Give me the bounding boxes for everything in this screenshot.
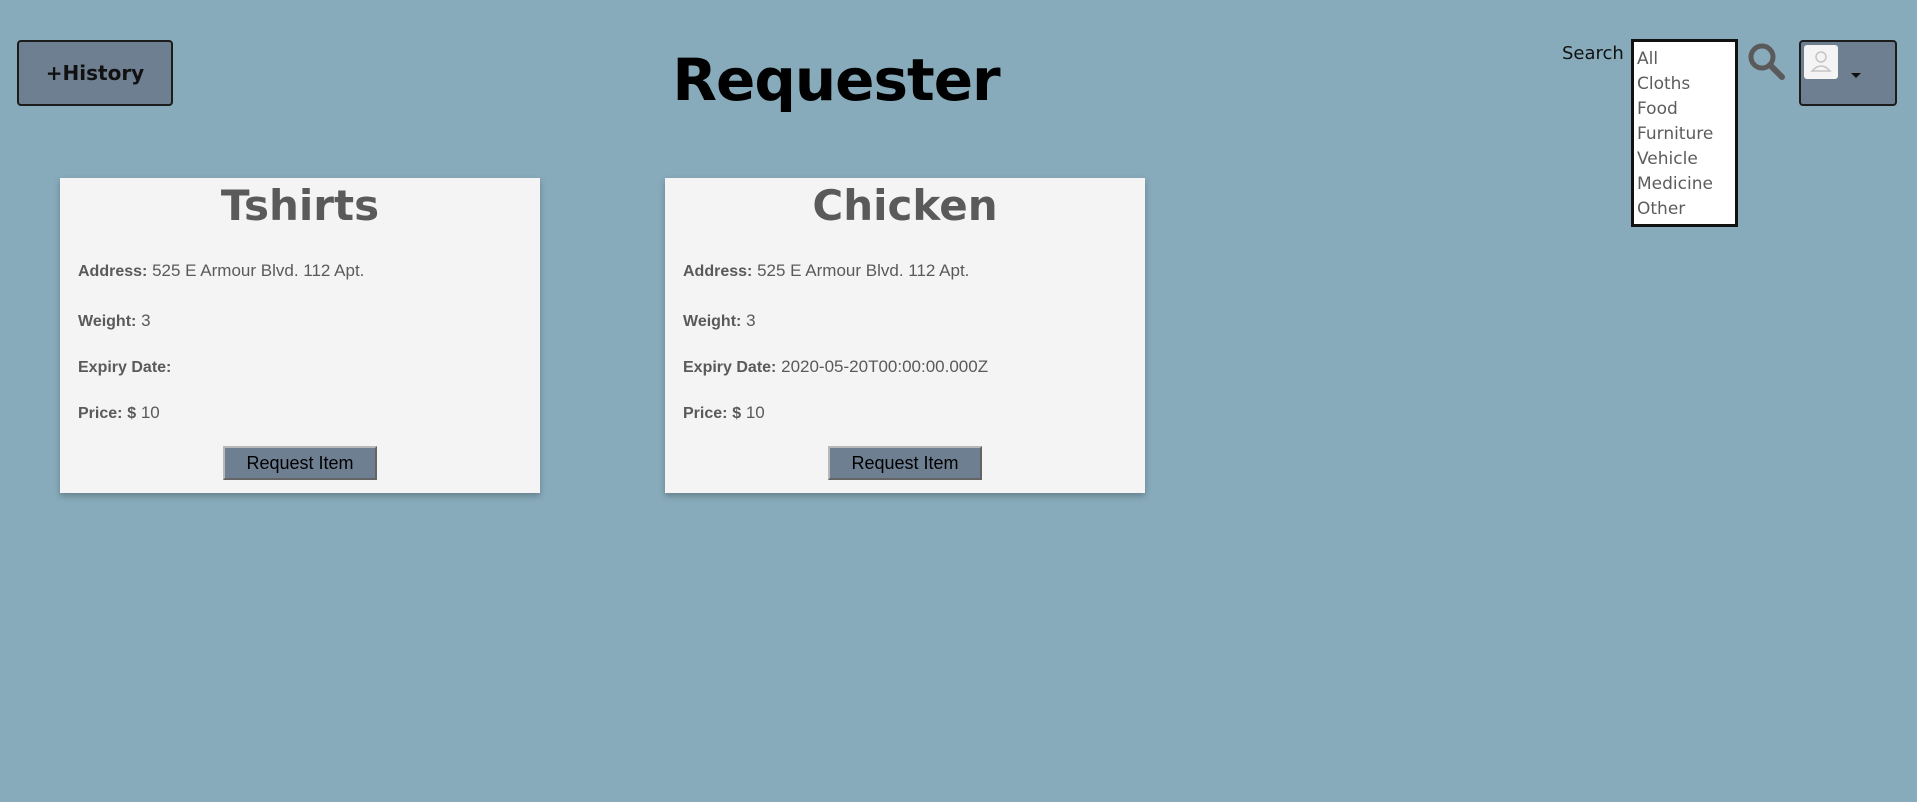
item-title: Tshirts	[220, 181, 380, 230]
category-option-vehicle[interactable]: Vehicle	[1637, 147, 1735, 172]
expiry-field: Expiry Date:	[78, 357, 171, 377]
item-card: Chicken Address: 525 E Armour Blvd. 112 …	[665, 178, 1145, 493]
address-field: Address: 525 E Armour Blvd. 112 Apt.	[683, 261, 969, 281]
chevron-down-icon	[1851, 73, 1861, 78]
user-avatar-icon	[1810, 51, 1832, 72]
currency-symbol: $	[732, 405, 742, 422]
category-option-medicine[interactable]: Medicine	[1637, 172, 1735, 197]
address-field: Address: 525 E Armour Blvd. 112 Apt.	[78, 261, 364, 281]
expiry-field: Expiry Date: 2020-05-20T00:00:00.000Z	[683, 357, 988, 377]
category-option-food[interactable]: Food	[1637, 97, 1735, 122]
request-item-button[interactable]: Request Item	[828, 446, 982, 480]
category-select[interactable]: All Cloths Food Furniture Vehicle Medici…	[1631, 39, 1738, 227]
address-label: Address:	[78, 263, 148, 280]
address-value: 525 E Armour Blvd. 112 Apt.	[757, 261, 970, 280]
category-option-cloths[interactable]: Cloths	[1637, 72, 1735, 97]
expiry-value: 2020-05-20T00:00:00.000Z	[781, 357, 989, 376]
price-label: Price:	[683, 405, 728, 422]
weight-field: Weight: 3	[683, 311, 756, 331]
weight-label: Weight:	[683, 313, 742, 330]
category-option-furniture[interactable]: Furniture	[1637, 122, 1735, 147]
user-menu-button[interactable]	[1799, 40, 1897, 106]
item-card: Tshirts Address: 525 E Armour Blvd. 112 …	[60, 178, 540, 493]
price-label: Price:	[78, 405, 123, 422]
weight-value: 3	[746, 311, 756, 330]
price-field: Price: $ 10	[78, 403, 160, 423]
address-label: Address:	[683, 263, 753, 280]
weight-field: Weight: 3	[78, 311, 151, 331]
category-option-other[interactable]: Other	[1637, 197, 1735, 222]
search-icon[interactable]	[1745, 40, 1789, 84]
address-value: 525 E Armour Blvd. 112 Apt.	[152, 261, 365, 280]
price-value: 10	[140, 403, 160, 422]
page-title: Requester	[672, 46, 1000, 114]
weight-value: 3	[141, 311, 151, 330]
search-label: Search	[1562, 43, 1624, 64]
expiry-label: Expiry Date:	[683, 359, 777, 376]
item-title: Chicken	[812, 181, 998, 230]
price-value: 10	[745, 403, 765, 422]
request-item-button[interactable]: Request Item	[223, 446, 377, 480]
avatar	[1804, 45, 1838, 79]
weight-label: Weight:	[78, 313, 137, 330]
expiry-label: Expiry Date:	[78, 359, 172, 376]
currency-symbol: $	[127, 405, 137, 422]
category-option-all[interactable]: All	[1637, 47, 1735, 72]
price-field: Price: $ 10	[683, 403, 765, 423]
